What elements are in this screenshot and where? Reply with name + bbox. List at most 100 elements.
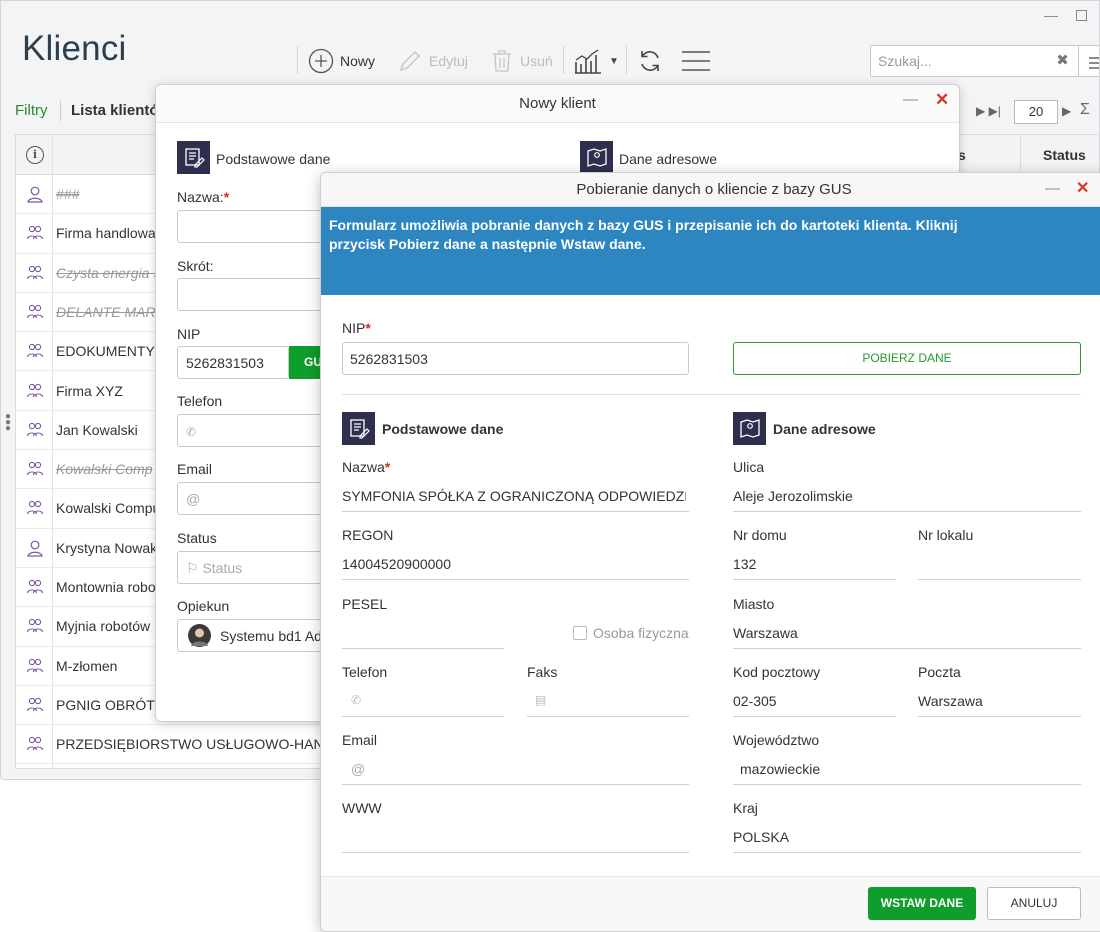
field-underline — [733, 648, 1081, 649]
fetch-data-button[interactable]: POBIERZ DANE — [733, 342, 1081, 375]
toolbar-separator — [563, 46, 564, 74]
nip-label: NIP* — [342, 320, 371, 336]
pager-prev-buttons[interactable]: ▶ ▶| — [976, 104, 1001, 118]
client-name: PRZEDSIĘBIORSTWO USŁUGOWO-HANDL — [56, 736, 342, 753]
toolbar-separator — [626, 46, 627, 74]
street-field[interactable]: Aleje Jerozolimskie — [733, 488, 853, 504]
pager-next-button[interactable]: ▶ — [1062, 104, 1071, 118]
name-label: Nazwa* — [342, 459, 391, 475]
field-underline — [342, 716, 504, 717]
chevron-down-icon: ▼ — [609, 55, 619, 67]
edit-button-label: Edytuj — [429, 53, 468, 69]
fax-label: Faks — [527, 664, 558, 680]
client-name: Kowalski Comp — [56, 461, 153, 478]
client-name: PGNIG OBRÓT D — [56, 696, 169, 713]
voivodeship-field[interactable]: mazowieckie — [740, 761, 820, 777]
zip-field[interactable]: 02-305 — [733, 693, 777, 709]
map-icon — [580, 141, 613, 174]
name-label: Nazwa:* — [177, 189, 230, 205]
menu-button[interactable] — [682, 51, 710, 71]
chart-icon — [575, 49, 601, 74]
search-input[interactable]: Szukaj... — [870, 45, 1048, 77]
tab-client-list[interactable]: Lista klientó — [71, 102, 159, 119]
dialog-minimize-button[interactable]: — — [1045, 180, 1060, 197]
dialog-title: Nowy klient — [156, 85, 959, 123]
nip-label: NIP — [177, 326, 201, 342]
dialog-close-button[interactable]: ✕ — [1076, 178, 1089, 198]
grid-column-status[interactable]: Status — [1043, 147, 1086, 163]
nip-input[interactable]: 5262831503 — [342, 342, 689, 375]
window-minimize-button[interactable]: — — [1044, 7, 1058, 23]
field-underline — [733, 511, 1081, 512]
new-button[interactable]: Nowy — [308, 48, 375, 74]
regon-field[interactable]: 14004520900000 — [342, 556, 451, 572]
flag-icon: ⚐ — [186, 560, 199, 576]
section-title-address: Dane adresowe — [773, 421, 876, 437]
post-office-field[interactable]: Warszawa — [918, 693, 983, 709]
map-icon — [733, 412, 766, 445]
section-title-address: Dane adresowe — [619, 151, 718, 167]
www-label: WWW — [342, 800, 382, 816]
cancel-button[interactable]: ANULUJ — [987, 887, 1081, 920]
phone-label: Telefon — [342, 664, 388, 680]
client-name: EDOKUMENTY S — [56, 343, 168, 360]
plus-circle-icon — [308, 48, 334, 74]
field-underline — [342, 648, 504, 649]
pesel-label: PESEL — [342, 596, 388, 612]
sum-icon[interactable]: Σ — [1080, 101, 1090, 119]
field-underline — [342, 852, 689, 853]
zip-label: Kod pocztowy — [733, 664, 821, 680]
window-maximize-button[interactable] — [1076, 10, 1087, 21]
company-icon — [26, 578, 44, 596]
info-icon[interactable]: i — [26, 146, 44, 164]
last-page-icon: ▶| — [988, 104, 1001, 118]
edit-button[interactable]: Edytuj — [397, 48, 468, 74]
company-icon — [26, 617, 44, 635]
dialog-footer — [321, 876, 1100, 931]
tab-separator — [60, 101, 61, 121]
chart-dropdown-button[interactable]: ▼ — [573, 47, 619, 75]
field-underline — [527, 716, 689, 717]
search-options-button[interactable] — [1079, 45, 1099, 77]
delete-button[interactable]: Usuń — [490, 48, 553, 74]
field-underline — [733, 716, 896, 717]
street-label: Ulica — [733, 459, 765, 475]
flat-number-label: Nr lokalu — [918, 527, 974, 543]
email-field[interactable]: @ — [351, 761, 365, 777]
country-field[interactable]: POLSKA — [733, 829, 789, 845]
name-field[interactable]: SYMFONIA SPÓŁKA Z OGRANICZONĄ ODPOWIEDZI… — [342, 488, 686, 504]
tab-filters[interactable]: Filtry — [15, 102, 48, 119]
hamburger-icon — [1089, 57, 1099, 69]
house-number-field[interactable]: 132 — [733, 556, 756, 572]
short-label: Skrót: — [177, 258, 214, 274]
company-icon — [26, 421, 44, 439]
client-name: Montownia robo — [56, 579, 156, 595]
form-icon — [342, 412, 375, 445]
company-icon — [26, 696, 44, 714]
page-size-input[interactable]: 20 — [1014, 100, 1058, 124]
person-checkbox[interactable] — [573, 626, 587, 640]
voivodeship-label: Województwo — [733, 732, 820, 748]
person-icon — [26, 539, 44, 557]
client-name: Firma handlowa — [56, 225, 156, 242]
city-field[interactable]: Warszawa — [733, 625, 798, 641]
field-underline — [342, 784, 689, 785]
search-clear-button[interactable]: ✖ — [1047, 45, 1079, 77]
insert-data-button[interactable]: WSTAW DANE — [868, 887, 976, 920]
client-name: M-złomen — [56, 657, 118, 674]
refresh-button[interactable] — [638, 48, 662, 74]
trash-icon — [493, 50, 511, 72]
field-underline — [918, 579, 1081, 580]
refresh-icon — [641, 51, 659, 71]
field-underline — [918, 716, 1081, 717]
resize-handle[interactable]: ● ● ● — [5, 412, 11, 434]
banner-text-line1: Formularz umożliwia pobranie danych z ba… — [329, 217, 958, 233]
post-office-label: Poczta — [918, 664, 961, 680]
dialog-close-button[interactable]: ✕ — [935, 90, 949, 110]
dialog-minimize-button[interactable]: — — [903, 91, 918, 108]
client-name: Jan Kowalski — [56, 421, 138, 438]
owner-label: Opiekun — [177, 598, 230, 614]
nip-input[interactable]: 5262831503 — [177, 346, 289, 379]
person-icon — [26, 185, 44, 203]
toolbar-separator — [297, 46, 298, 74]
